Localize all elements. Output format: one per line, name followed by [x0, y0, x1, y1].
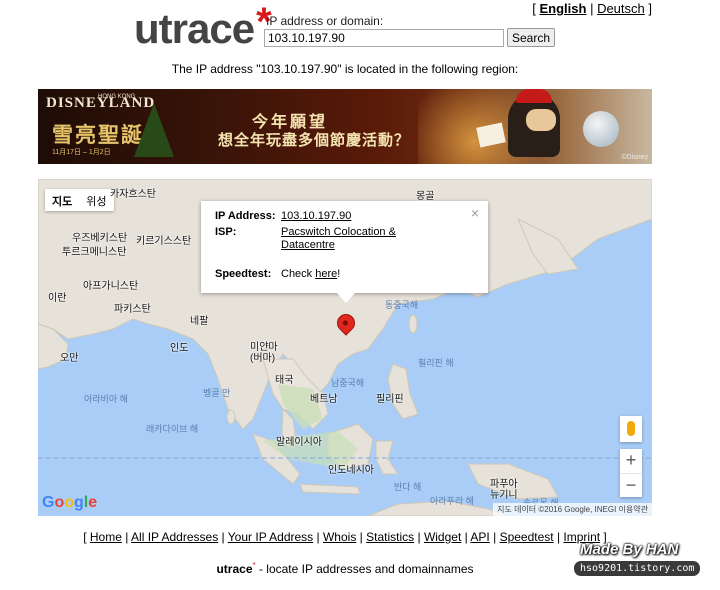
ip-info-popup: × IP Address: 103.10.197.90 ISP: Pacswit… [201, 201, 488, 303]
sea-label: 필리핀 해 [418, 358, 454, 368]
footer-link-speedtest[interactable]: Speedtest [500, 530, 554, 544]
speedtest-here-link[interactable]: here [315, 268, 337, 280]
footer-link-all-ip-addresses[interactable]: All IP Addresses [131, 530, 218, 544]
footer-link-widget[interactable]: Widget [424, 530, 461, 544]
banner-copyright: ©Disney [621, 154, 648, 161]
blog-url-watermark: hso9201.tistory.com [574, 561, 701, 576]
zoom-control: + − [620, 449, 642, 497]
location-message: The IP address "103.10.197.90" is locate… [171, 62, 519, 76]
advertisement-banner[interactable]: DISNEYLAND HONG KONG 雪亮聖誕 11月17日 – 1月2日 … [38, 89, 652, 164]
map-label: 필리핀 [376, 394, 404, 405]
sea-label: 벵골 만 [203, 388, 231, 398]
isp-label: ISP: [215, 226, 237, 238]
map-label: 우즈베키스탄 [72, 233, 128, 244]
map-label: 인도 [170, 343, 189, 354]
map-attribution[interactable]: 지도 데이터 ©2016 Google, INEGI 이용약관 [493, 503, 652, 516]
map-label: 이란 [48, 293, 67, 304]
map-label: 카자흐스탄 [110, 189, 156, 200]
map-label: 오만 [60, 353, 79, 364]
map-label: 미얀마 (버마) [250, 342, 278, 364]
banner-brand-region: HONG KONG [98, 94, 136, 100]
banner-dates: 11月17日 – 1月2日 [52, 149, 111, 156]
utrace-logo[interactable]: utrace* [134, 0, 272, 53]
snow-globe-icon [583, 111, 619, 147]
popup-tail [337, 293, 355, 303]
map-label: 파푸아 뉴기니 [490, 479, 518, 501]
zoom-in-button[interactable]: + [620, 449, 642, 473]
deutsch-link[interactable]: Deutsch [597, 1, 645, 16]
isp-link[interactable]: Pacswitch Colocation & Datacentre [281, 226, 396, 251]
map-label: 태국 [275, 375, 294, 386]
tagline-text: - locate IP addresses and domainnames [255, 562, 474, 576]
sea-label: 아라비아 해 [84, 394, 128, 404]
footer-link-your-ip-address[interactable]: Your IP Address [228, 530, 313, 544]
map-label: 네팔 [190, 316, 209, 327]
made-by-watermark: Made By HAN [580, 541, 679, 558]
map-tab-satellite[interactable]: 위성 [79, 189, 113, 211]
zoom-out-button[interactable]: − [620, 473, 642, 498]
close-icon[interactable]: × [471, 205, 479, 221]
map-type-control: 지도 위성 [45, 189, 114, 211]
map-label: 파키스탄 [114, 304, 151, 315]
tagline-name: utrace [216, 562, 253, 576]
ip-info-table: IP Address: 103.10.197.90 ISP: Pacswitch… [215, 210, 396, 280]
search-button[interactable]: Search [507, 28, 555, 47]
street-view-pegman-icon[interactable] [620, 416, 642, 442]
ip-address-link[interactable]: 103.10.197.90 [281, 210, 351, 222]
sea-label: 남중국해 [331, 378, 365, 388]
google-logo[interactable]: Google [42, 494, 97, 512]
sea-label: 아라푸라 해 [430, 496, 474, 506]
map-label: 아프가니스탄 [83, 281, 139, 292]
footer-link-api[interactable]: API [470, 530, 489, 544]
footer-link-whois[interactable]: Whois [323, 530, 356, 544]
map-label: 투르크메니스탄 [62, 247, 127, 258]
map-label: 몽골 [416, 191, 435, 202]
sea-label: 래카다이브 해 [146, 424, 199, 434]
ip-input[interactable] [264, 29, 504, 47]
ip-input-label: IP address or domain: [266, 14, 384, 28]
map-label: 키르기스스탄 [136, 236, 192, 247]
footer-link-statistics[interactable]: Statistics [366, 530, 414, 544]
christmas-tree-icon [134, 103, 174, 157]
sea-label: 반다 해 [394, 482, 422, 492]
map-label: 인도네시아 [328, 465, 374, 476]
banner-title-left: 雪亮聖誕 [52, 124, 144, 147]
speedtest-label: Speedtest: [215, 268, 272, 280]
banner-line2: 想全年玩盡多個節慶活動？ [218, 132, 411, 149]
ip-address-label: IP Address: [215, 210, 276, 222]
map-label: 말레이시아 [276, 437, 322, 448]
english-link[interactable]: English [540, 1, 587, 16]
location-map[interactable]: 지도 위성 카자흐스탄 몽골 우즈베키스탄 키르기스스탄 투르크메니스탄 아프가… [38, 179, 652, 516]
character-face [526, 109, 556, 131]
sea-label: 동중국해 [385, 300, 419, 310]
santa-hat-icon [516, 89, 552, 103]
map-label: 베트남 [310, 394, 338, 405]
language-switcher: [ English | Deutsch ] [532, 1, 652, 16]
footer-link-home[interactable]: Home [90, 530, 122, 544]
map-tab-map[interactable]: 지도 [45, 189, 79, 211]
